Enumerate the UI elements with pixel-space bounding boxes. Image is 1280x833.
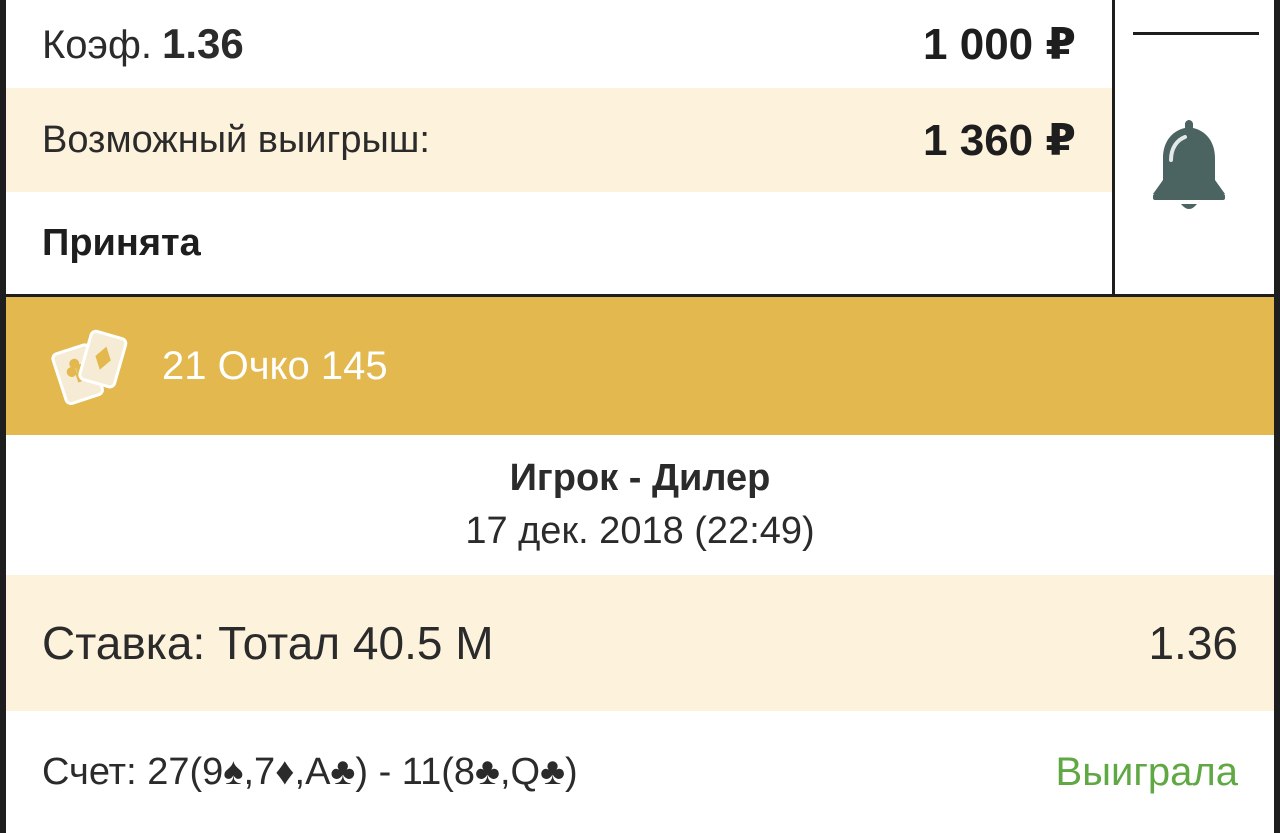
status-row: Принята [6,192,1112,294]
status-badge: Принята [42,221,201,264]
result-status: Выиграла [1055,749,1238,794]
coef-label: Коэф. [42,23,152,67]
score-row: Счет: 27(9♠,7♦,A♣) - 11(8♣,Q♣) Выиграла [6,711,1274,833]
coef-row: Коэф. 1.36 1 000 ₽ [6,0,1112,88]
match-date: 17 дек. 2018 (22:49) [465,510,815,552]
bet-summary-details: Коэф. 1.36 1 000 ₽ Возможный выигрыш: 1 3… [6,0,1112,294]
event-title: 21 Очко 145 [162,343,388,388]
possible-win-label: Возможный выигрыш: [42,118,430,161]
event-banner[interactable]: 21 Очко 145 [6,297,1274,435]
bet-summary: Коэф. 1.36 1 000 ₽ Возможный выигрыш: 1 3… [6,0,1274,297]
match-info: Игрок - Дилер 17 дек. 2018 (22:49) [6,435,1274,575]
coef-value: 1.36 [161,20,244,67]
bet-row: Ставка: Тотал 40.5 М 1.36 [6,575,1274,711]
possible-win-amount: 1 360 ₽ [923,115,1076,165]
bet-label: Ставка: Тотал 40.5 М [42,617,494,669]
match-teams: Игрок - Дилер [509,457,771,499]
stake-amount: 1 000 ₽ [923,19,1076,69]
playing-cards-icon [51,329,128,406]
notification-panel [1112,0,1274,294]
coef-group: Коэф. 1.36 [42,20,244,68]
bet-odds: 1.36 [1148,617,1238,669]
score-text: Счет: 27(9♠,7♦,A♣) - 11(8♣,Q♣) [42,750,578,793]
possible-win-row: Возможный выигрыш: 1 360 ₽ [6,88,1112,192]
divider [1133,32,1259,35]
bell-icon[interactable] [1149,114,1229,218]
